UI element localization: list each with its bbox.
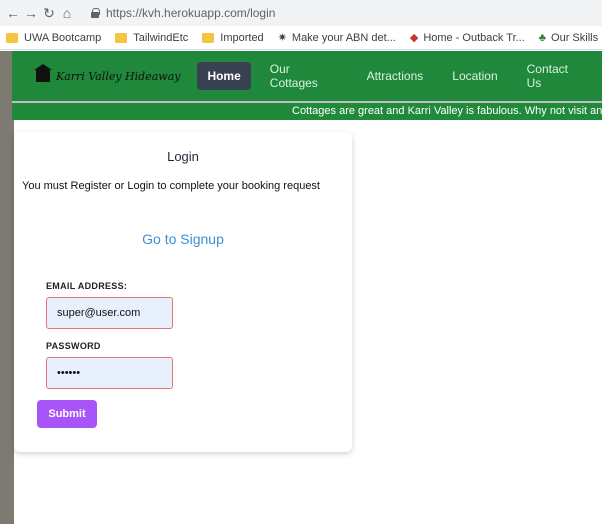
reload-icon[interactable]: ↻ xyxy=(40,5,58,22)
bookmark-label: Make your ABN det... xyxy=(291,31,396,44)
bookmark-label: Home - Outback Tr... xyxy=(423,31,525,44)
house-icon xyxy=(34,64,52,82)
login-card: Login You must Register or Login to comp… xyxy=(14,132,352,452)
url-text[interactable]: https://kvh.herokuapp.com/login xyxy=(106,6,275,20)
bookmarks-bar: UWA Bootcamp TailwindEtc Imported ✷ Make… xyxy=(0,26,602,50)
password-label: PASSWORD xyxy=(46,341,101,351)
bookmark-label: Imported xyxy=(220,31,264,44)
login-title: Login xyxy=(167,149,199,164)
nav-contact-us[interactable]: Contact Us xyxy=(517,55,593,97)
nav-attractions[interactable]: Attractions xyxy=(357,62,434,90)
signup-link[interactable]: Go to Signup xyxy=(14,231,352,247)
bookmark-abn[interactable]: ✷ Make your ABN det... xyxy=(277,31,396,45)
folder-icon xyxy=(202,32,215,43)
forward-arrow-icon[interactable]: → xyxy=(22,5,40,21)
bookmark-tailwindetc[interactable]: TailwindEtc xyxy=(115,32,188,44)
brand-name: Karri Valley Hideaway xyxy=(56,69,181,83)
marquee-banner: Cottages are great and Karri Valley is f… xyxy=(12,101,602,120)
bookmark-uwa-bootcamp[interactable]: UWA Bootcamp xyxy=(6,32,101,44)
back-arrow-icon[interactable]: ← xyxy=(4,5,22,21)
bookmark-arbor-guy[interactable]: ♣ Our Skills | Arbor Guy xyxy=(539,32,602,44)
background-photo-edge xyxy=(0,51,14,524)
address-bar[interactable]: https://kvh.herokuapp.com/login xyxy=(90,6,275,20)
nav-home[interactable]: Home xyxy=(197,62,251,90)
site-icon: ✷ xyxy=(277,32,287,44)
bookmark-label: TailwindEtc xyxy=(133,31,189,44)
browser-toolbar: ← → ↻ ⌂ https://kvh.herokuapp.com/login xyxy=(0,0,602,26)
nav-location[interactable]: Location xyxy=(442,62,507,90)
site-icon: ◆ xyxy=(409,32,419,44)
folder-icon xyxy=(6,32,18,43)
password-field[interactable]: •••••• xyxy=(46,357,173,389)
bookmark-label: Our Skills | Arbor Guy xyxy=(551,31,602,44)
email-field[interactable]: super@user.com xyxy=(46,297,173,329)
bookmark-imported[interactable]: Imported xyxy=(202,31,264,44)
brand-logo[interactable]: Karri Valley Hideaway xyxy=(34,64,197,83)
bookmark-label: UWA Bootcamp xyxy=(24,31,102,44)
home-icon[interactable]: ⌂ xyxy=(58,5,76,21)
lock-icon xyxy=(90,8,100,18)
submit-button[interactable]: Submit xyxy=(37,400,97,428)
login-message: You must Register or Login to complete y… xyxy=(22,180,320,192)
bookmark-outback[interactable]: ◆ Home - Outback Tr... xyxy=(409,31,525,45)
folder-icon xyxy=(115,32,128,43)
site-navbar: Karri Valley Hideaway Home Our Cottages … xyxy=(12,51,602,101)
nav-our-cottages[interactable]: Our Cottages xyxy=(260,55,348,97)
email-label: EMAIL ADDRESS: xyxy=(46,281,128,291)
site-icon: ♣ xyxy=(538,31,547,44)
